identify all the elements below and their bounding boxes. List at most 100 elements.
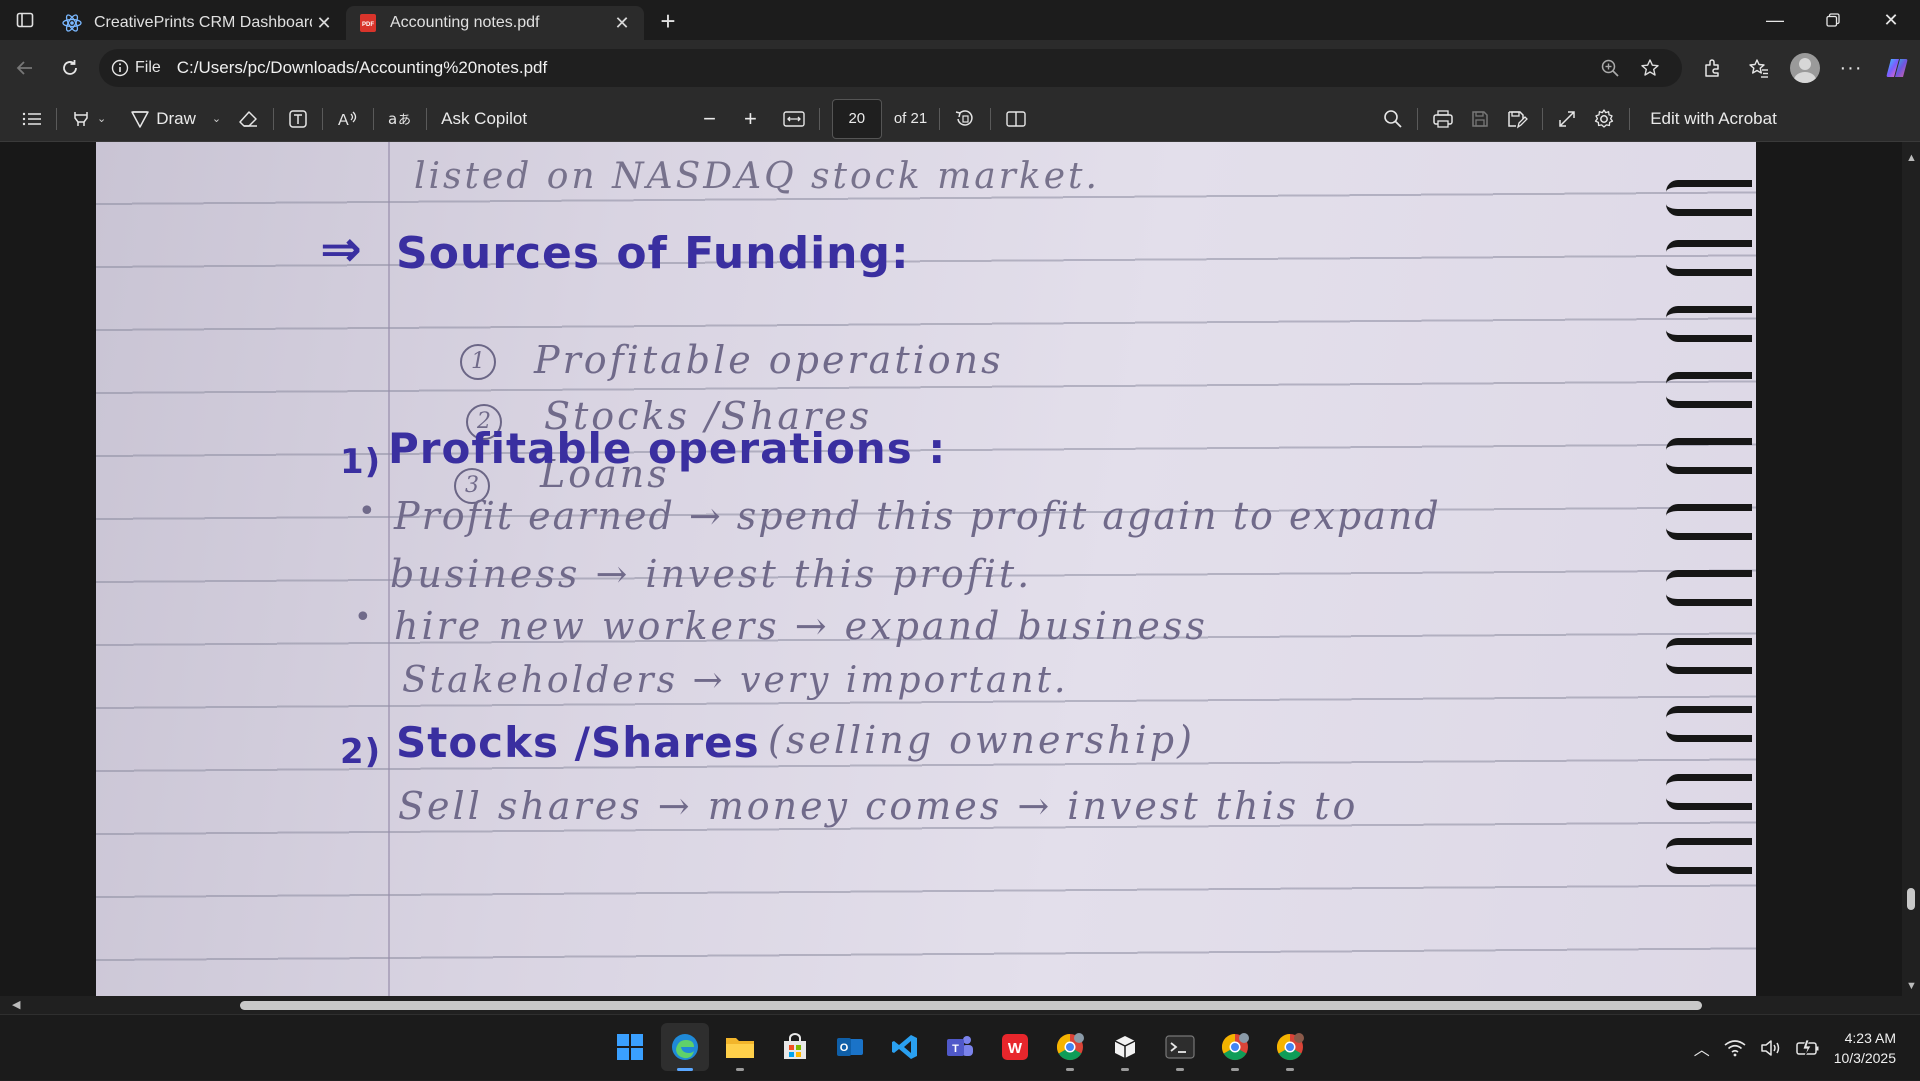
address-bar[interactable]: File C:/Users/pc/Downloads/Accounting%20…: [99, 49, 1682, 87]
spiral-ring: [1666, 774, 1752, 810]
translate-button[interactable]: aあ: [380, 101, 420, 137]
profit-line-4: Stakeholders → very important.: [402, 660, 1069, 701]
taskbar-teams[interactable]: T: [936, 1023, 984, 1071]
scroll-left-icon[interactable]: ◀: [12, 998, 20, 1011]
battery-charging-icon[interactable]: [1795, 1039, 1820, 1057]
document-viewport[interactable]: listed on NASDAQ stock market. ⇒ Sources…: [0, 142, 1920, 1004]
favorites-icon[interactable]: [1736, 48, 1782, 88]
edit-with-acrobat-button[interactable]: Edit with Acrobat: [1642, 101, 1785, 137]
erase-button[interactable]: [229, 101, 267, 137]
taskbar-vscode[interactable]: [881, 1023, 929, 1071]
save-button[interactable]: [1462, 101, 1498, 137]
page-number-input[interactable]: 20: [831, 98, 882, 139]
url-text[interactable]: C:/Users/pc/Downloads/Accounting%20notes…: [177, 58, 1590, 78]
taskbar-file-explorer[interactable]: [716, 1023, 764, 1071]
refresh-button[interactable]: [48, 48, 94, 88]
tab-actions-button[interactable]: [0, 0, 50, 40]
draw-button[interactable]: Draw ⌄: [122, 101, 229, 137]
horizontal-scrollbar[interactable]: ◀: [0, 996, 1920, 1014]
translate-icon: aあ: [388, 110, 411, 128]
page-view-button[interactable]: [997, 101, 1035, 137]
add-text-button[interactable]: [280, 101, 316, 137]
show-hidden-icons-icon[interactable]: ︿: [1694, 1036, 1710, 1060]
save-as-button[interactable]: [1498, 101, 1536, 137]
taskbar-wps[interactable]: W: [991, 1023, 1039, 1071]
info-icon: [111, 59, 129, 77]
highlight-button[interactable]: ⌄: [63, 101, 114, 137]
chevron-down-icon[interactable]: ⌄: [97, 112, 106, 125]
gear-icon: [1595, 108, 1614, 128]
folder-icon: [726, 1038, 754, 1058]
taskbar-outlook[interactable]: O: [826, 1023, 874, 1071]
tab-accounting-notes[interactable]: PDF Accounting notes.pdf ✕: [346, 6, 644, 40]
taskbar-store[interactable]: [771, 1023, 819, 1071]
favorite-star-icon[interactable]: [1630, 53, 1670, 83]
fit-page-button[interactable]: [775, 101, 813, 137]
clock[interactable]: 4:23 AM 10/3/2025: [1834, 1028, 1896, 1068]
print-button[interactable]: [1424, 101, 1462, 137]
plus-icon: +: [743, 105, 757, 131]
scroll-up-icon[interactable]: ▲: [1906, 152, 1917, 164]
save-as-icon: [1508, 110, 1529, 128]
vertical-scrollbar[interactable]: ▲ ▼: [1902, 142, 1920, 1004]
read-aloud-button[interactable]: A: [329, 101, 367, 137]
divider: [273, 107, 275, 130]
zoom-icon[interactable]: [1590, 53, 1630, 83]
rotate-icon: [956, 109, 973, 126]
start-button[interactable]: [606, 1023, 654, 1071]
notebook-spiral: [1666, 142, 1756, 997]
taskbar-chrome-profile-c2[interactable]: [1211, 1023, 1259, 1071]
taskbar-app-box[interactable]: [1101, 1023, 1149, 1071]
rotate-button[interactable]: [946, 101, 984, 137]
close-tab-icon[interactable]: ✕: [312, 11, 336, 35]
site-label: File: [135, 59, 161, 76]
volume-icon[interactable]: [1760, 1039, 1782, 1057]
spiral-ring: [1666, 306, 1752, 342]
teams-icon: T: [947, 1036, 973, 1056]
svg-text:PDF: PDF: [362, 22, 374, 28]
back-arrow-icon: [16, 61, 32, 75]
back-button[interactable]: [2, 48, 48, 88]
close-window-icon[interactable]: ✕: [1862, 0, 1920, 40]
copilot-icon[interactable]: [1874, 48, 1920, 88]
chevron-down-icon[interactable]: ⌄: [212, 112, 221, 125]
scroll-down-icon[interactable]: ▼: [1906, 980, 1917, 992]
horizontal-scroll-thumb[interactable]: [240, 1001, 1702, 1010]
more-options-icon[interactable]: ···: [1828, 48, 1874, 88]
search-button[interactable]: [1375, 101, 1411, 137]
settings-button[interactable]: [1585, 101, 1623, 137]
restore-icon[interactable]: [1804, 0, 1862, 40]
save-icon: [1472, 110, 1488, 127]
avatar: [1790, 53, 1820, 83]
print-icon: [1433, 109, 1453, 128]
svg-text:W: W: [1008, 1040, 1023, 1057]
store-icon: [784, 1033, 806, 1059]
arrow-mark: ⇒: [320, 220, 363, 278]
spiral-ring: [1666, 438, 1752, 474]
site-info[interactable]: File: [111, 59, 177, 77]
divider: [56, 107, 57, 130]
system-tray: ︿ 4:23 AM 10/3/2025: [1694, 1015, 1896, 1081]
close-tab-icon[interactable]: ✕: [610, 11, 634, 35]
zoom-in-button[interactable]: +: [736, 101, 765, 137]
text-box-icon: [289, 109, 307, 128]
tab-strip: CreativePrints CRM Dashboard ✕ PDF Accou…: [0, 0, 1920, 40]
taskbar-terminal[interactable]: [1156, 1023, 1204, 1071]
contents-button[interactable]: [14, 101, 50, 137]
taskbar-edge[interactable]: [661, 1023, 709, 1071]
profile-avatar[interactable]: [1782, 48, 1828, 88]
ask-copilot-button[interactable]: Ask Copilot: [433, 101, 535, 137]
tab-crm-dashboard[interactable]: CreativePrints CRM Dashboard ✕: [50, 6, 346, 40]
taskbar-chrome-profile-c[interactable]: [1046, 1023, 1094, 1071]
taskbar-chrome-profile-a[interactable]: [1266, 1023, 1314, 1071]
extensions-icon[interactable]: [1690, 48, 1736, 88]
fullscreen-button[interactable]: [1549, 101, 1585, 137]
new-tab-button[interactable]: +: [648, 4, 688, 38]
vertical-scroll-thumb[interactable]: [1907, 888, 1915, 910]
zoom-out-button[interactable]: −: [695, 101, 724, 137]
wifi-icon[interactable]: [1724, 1039, 1746, 1057]
source-marker-1: 1: [460, 344, 496, 380]
note-line-top: listed on NASDAQ stock market.: [414, 156, 1100, 197]
minimize-icon[interactable]: —: [1746, 0, 1804, 40]
stocks-line-1: Sell shares → money comes → invest this …: [398, 784, 1359, 828]
